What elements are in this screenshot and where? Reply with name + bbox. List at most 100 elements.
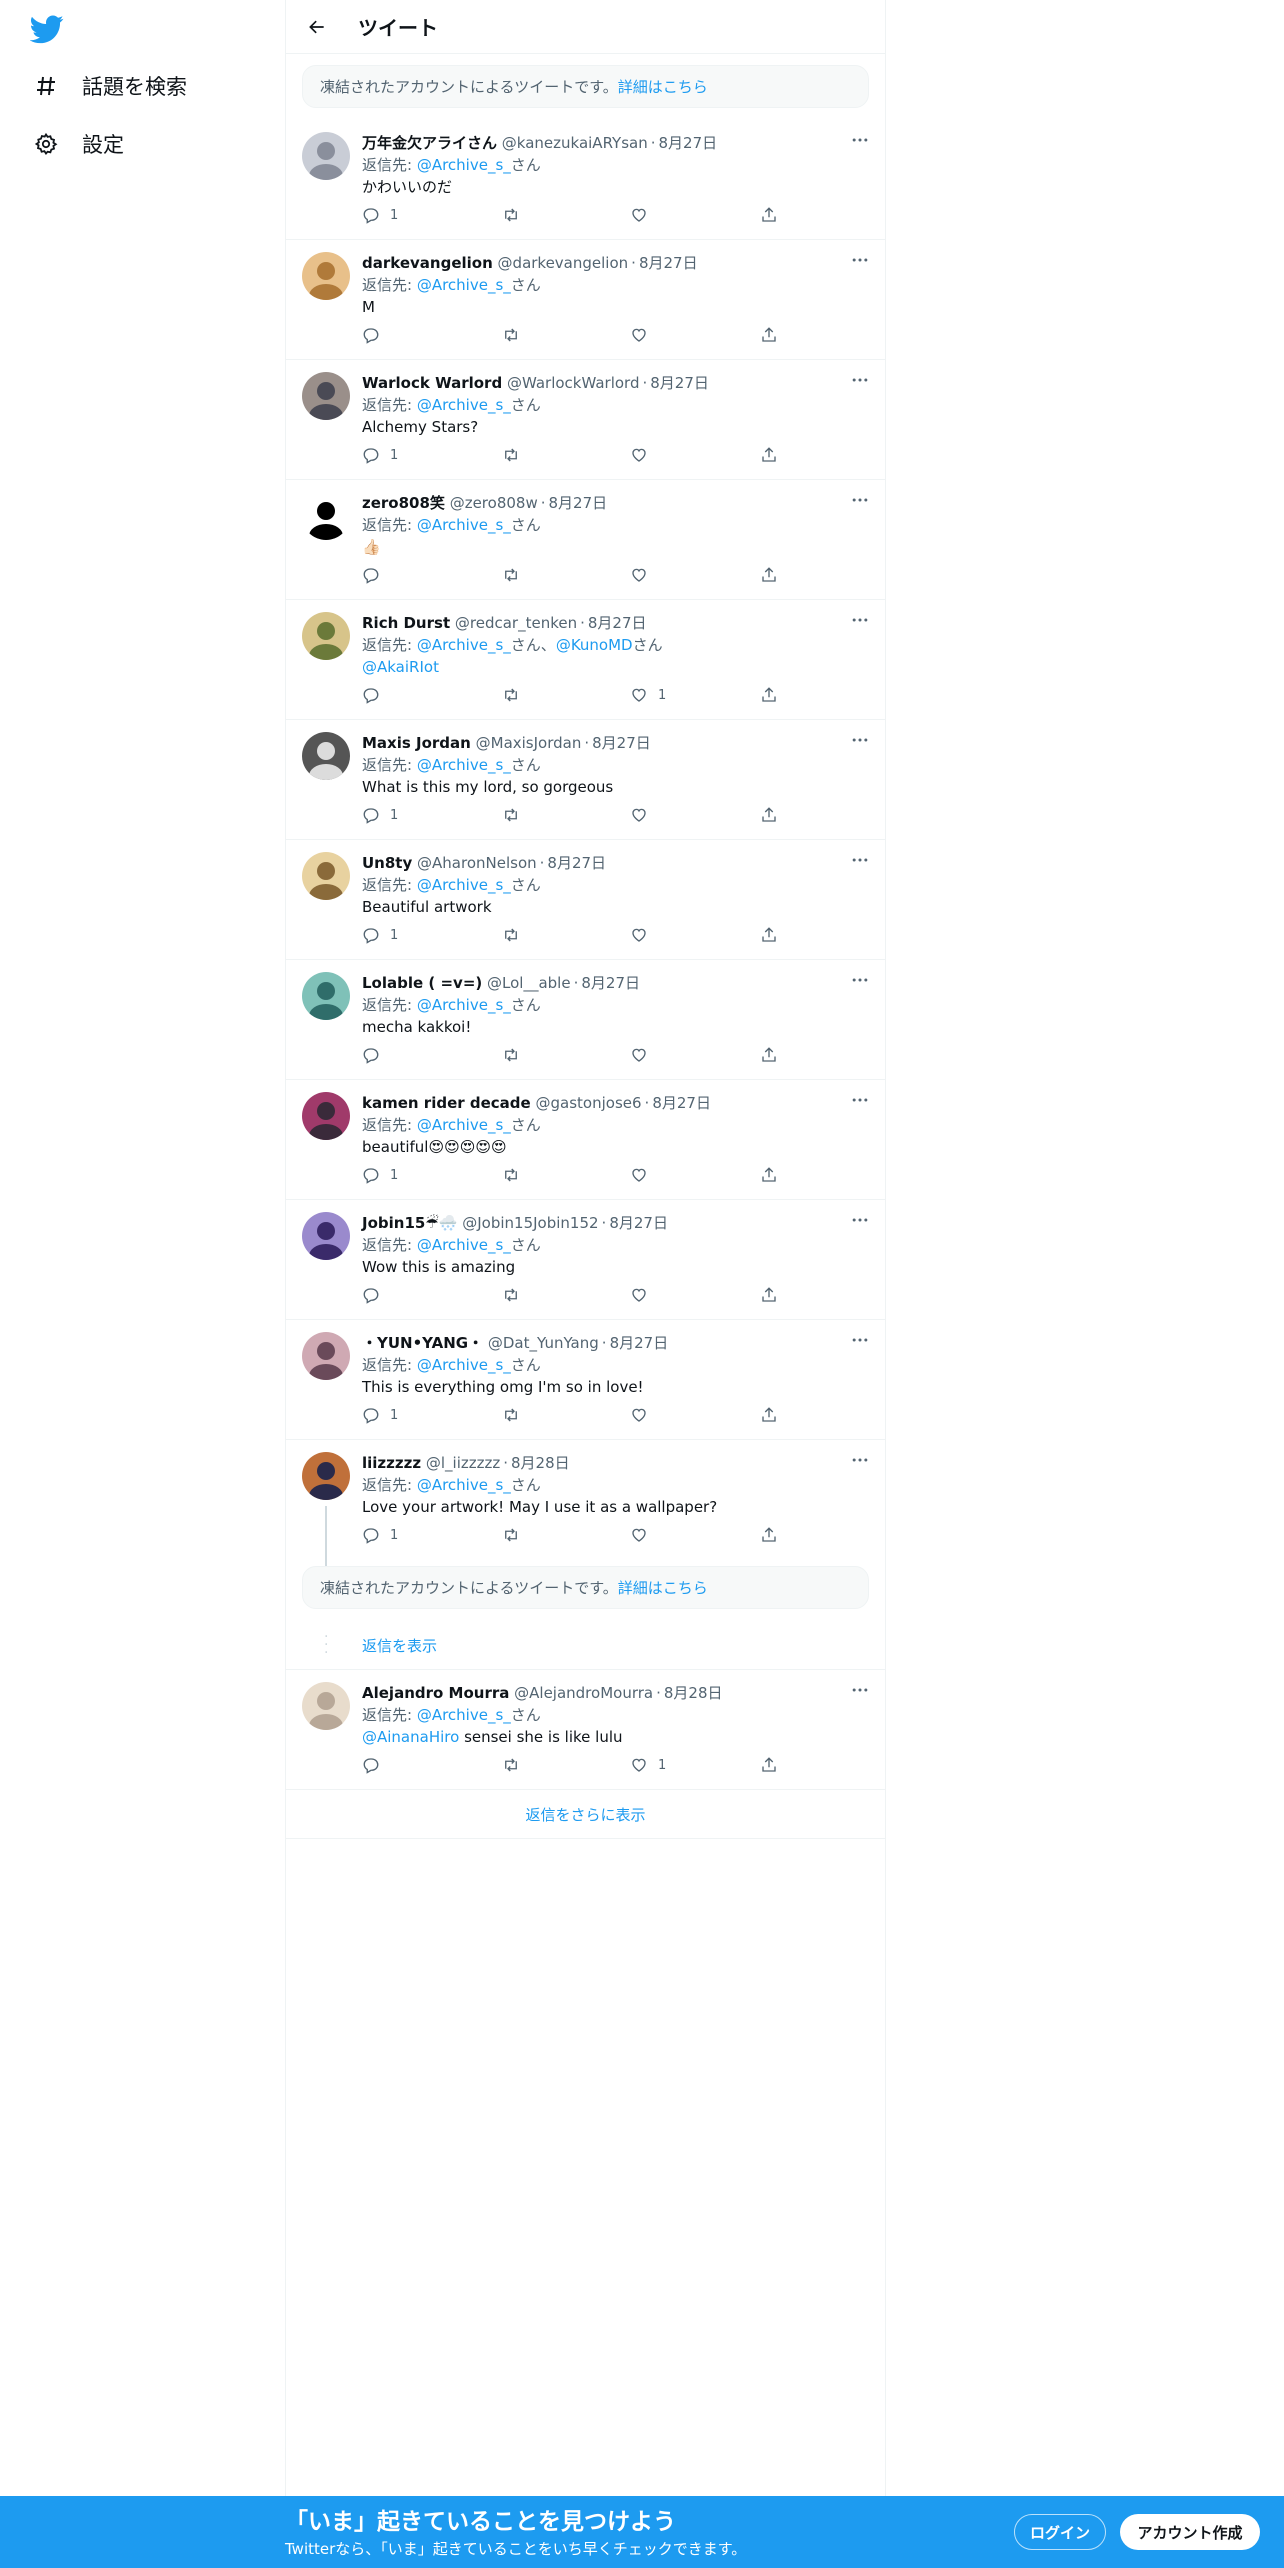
- author-name[interactable]: Rich Durst: [362, 614, 450, 632]
- share-button[interactable]: [760, 804, 778, 826]
- retweet-button[interactable]: [502, 324, 530, 346]
- like-button[interactable]: [630, 1044, 658, 1066]
- reply-to-link[interactable]: @Archive_s_: [417, 276, 511, 294]
- tweet[interactable]: Jobin15☔🌨️ @Jobin15Jobin152 · 8月27日 返信先: @A…: [286, 1200, 885, 1320]
- tweet-date[interactable]: 8月28日: [511, 1454, 570, 1472]
- share-button[interactable]: [760, 1754, 778, 1776]
- tweet[interactable]: Rich Durst @redcar_tenken · 8月27日 返信先: @Arc…: [286, 600, 885, 720]
- share-button[interactable]: [760, 1524, 778, 1546]
- like-button[interactable]: [630, 1164, 658, 1186]
- more-options-icon[interactable]: [847, 1680, 873, 1700]
- tweet[interactable]: 万年金欠アライさん @kanezukaiARYsan · 8月27日 返信先: @Ar…: [286, 120, 885, 240]
- author-handle[interactable]: @kanezukaiARYsan: [502, 134, 648, 152]
- author-name[interactable]: Maxis Jordan: [362, 734, 471, 752]
- reply-button[interactable]: 1: [362, 924, 398, 946]
- reply-button[interactable]: [362, 324, 390, 346]
- tweet-date[interactable]: 8月27日: [588, 614, 647, 632]
- login-button[interactable]: ログイン: [1014, 2514, 1106, 2550]
- more-options-icon[interactable]: [847, 850, 873, 870]
- more-options-icon[interactable]: [847, 1330, 873, 1350]
- reply-to-link[interactable]: @Archive_s_: [417, 396, 511, 414]
- like-button[interactable]: [630, 444, 658, 466]
- tweet[interactable]: Un8ty @AharonNelson · 8月27日 返信先: @Archive_s…: [286, 840, 885, 960]
- retweet-button[interactable]: [502, 684, 530, 706]
- author-handle[interactable]: @redcar_tenken: [455, 614, 577, 632]
- author-name[interactable]: darkevangelion: [362, 254, 493, 272]
- twitter-logo-icon[interactable]: [29, 12, 70, 46]
- author-name[interactable]: Warlock Warlord: [362, 374, 502, 392]
- retweet-button[interactable]: [502, 924, 530, 946]
- reply-to-link[interactable]: @Archive_s_: [417, 636, 511, 654]
- tweet-date[interactable]: 8月27日: [549, 494, 608, 512]
- retweet-button[interactable]: [502, 1164, 530, 1186]
- reply-to-link[interactable]: @Archive_s_: [417, 1236, 511, 1254]
- avatar[interactable]: [302, 252, 350, 300]
- retweet-button[interactable]: [502, 1524, 530, 1546]
- like-button[interactable]: [630, 1404, 658, 1426]
- like-button[interactable]: [630, 924, 658, 946]
- reply-button[interactable]: [362, 1044, 390, 1066]
- tweet[interactable]: zero808笑 @zero808w · 8月27日 返信先: @Archive_s_…: [286, 480, 885, 600]
- avatar[interactable]: [302, 612, 350, 660]
- avatar[interactable]: [302, 1332, 350, 1380]
- reply-button[interactable]: [362, 564, 390, 586]
- mention-link[interactable]: @AkaiRIot: [362, 658, 439, 676]
- learn-more-link[interactable]: 詳細はこちら: [618, 1577, 708, 1598]
- reply-button[interactable]: 1: [362, 1524, 398, 1546]
- retweet-button[interactable]: [502, 444, 530, 466]
- tweet-date[interactable]: 8月27日: [659, 134, 718, 152]
- author-handle[interactable]: @Lol__able: [487, 974, 571, 992]
- tweet[interactable]: liizzzzz @l_iizzzzz · 8月28日 返信先: @Archive_s…: [286, 1440, 885, 1566]
- retweet-button[interactable]: [502, 1044, 530, 1066]
- author-name[interactable]: Alejandro Mourra: [362, 1684, 509, 1702]
- avatar[interactable]: [302, 732, 350, 780]
- tweet-date[interactable]: 8月27日: [547, 854, 606, 872]
- more-options-icon[interactable]: [847, 490, 873, 510]
- reply-to-link[interactable]: @Archive_s_: [417, 516, 511, 534]
- author-name[interactable]: Un8ty: [362, 854, 412, 872]
- tweet-date[interactable]: 8月27日: [581, 974, 640, 992]
- author-handle[interactable]: @gastonjose6: [536, 1094, 642, 1112]
- more-options-icon[interactable]: [847, 370, 873, 390]
- tweet[interactable]: kamen rider decade @gastonjose6 · 8月27日 返信先…: [286, 1080, 885, 1200]
- author-name[interactable]: liizzzzz: [362, 1454, 421, 1472]
- show-more-replies-link[interactable]: 返信をさらに表示: [286, 1790, 885, 1839]
- author-name[interactable]: Jobin15☔🌨️: [362, 1214, 457, 1232]
- tweet[interactable]: Warlock Warlord @WarlockWarlord · 8月27日 返信先…: [286, 360, 885, 480]
- share-button[interactable]: [760, 444, 778, 466]
- share-button[interactable]: [760, 1044, 778, 1066]
- retweet-button[interactable]: [502, 1754, 530, 1776]
- more-options-icon[interactable]: [847, 1210, 873, 1230]
- reply-to-link[interactable]: @Archive_s_: [417, 996, 511, 1014]
- tweet[interactable]: Maxis Jordan @MaxisJordan · 8月27日 返信先: @Arc…: [286, 720, 885, 840]
- back-arrow-icon[interactable]: [302, 12, 332, 42]
- reply-to-link[interactable]: @Archive_s_: [417, 1356, 511, 1374]
- share-button[interactable]: [760, 204, 778, 226]
- learn-more-link[interactable]: 詳細はこちら: [618, 76, 708, 97]
- reply-button[interactable]: 1: [362, 1164, 398, 1186]
- reply-button[interactable]: [362, 1754, 390, 1776]
- reply-to-link[interactable]: @Archive_s_: [417, 876, 511, 894]
- avatar[interactable]: [302, 972, 350, 1020]
- reply-button[interactable]: 1: [362, 804, 398, 826]
- share-button[interactable]: [760, 1404, 778, 1426]
- more-options-icon[interactable]: [847, 130, 873, 150]
- avatar[interactable]: [302, 1212, 350, 1260]
- author-name[interactable]: zero808笑: [362, 494, 445, 512]
- mention-link[interactable]: @AinanaHiro: [362, 1728, 459, 1746]
- tweet[interactable]: Lolable ( =v=) @Lol__able · 8月27日 返信先: @Arc…: [286, 960, 885, 1080]
- tweet[interactable]: ・YUN•YANG・ @Dat_YunYang · 8月27日 返信先: @Archi…: [286, 1320, 885, 1440]
- retweet-button[interactable]: [502, 204, 530, 226]
- like-button[interactable]: [630, 804, 658, 826]
- tweet-date[interactable]: 8月27日: [609, 1214, 668, 1232]
- author-handle[interactable]: @WarlockWarlord: [507, 374, 640, 392]
- author-handle[interactable]: @AlejandroMourra: [514, 1684, 653, 1702]
- author-name[interactable]: kamen rider decade: [362, 1094, 531, 1112]
- like-button[interactable]: [630, 204, 658, 226]
- author-handle[interactable]: @zero808w: [450, 494, 538, 512]
- author-name[interactable]: ・YUN•YANG・: [362, 1334, 483, 1352]
- retweet-button[interactable]: [502, 804, 530, 826]
- tweet-date[interactable]: 8月27日: [592, 734, 651, 752]
- tweet-date[interactable]: 8月27日: [652, 1094, 711, 1112]
- reply-to-link[interactable]: @Archive_s_: [417, 756, 511, 774]
